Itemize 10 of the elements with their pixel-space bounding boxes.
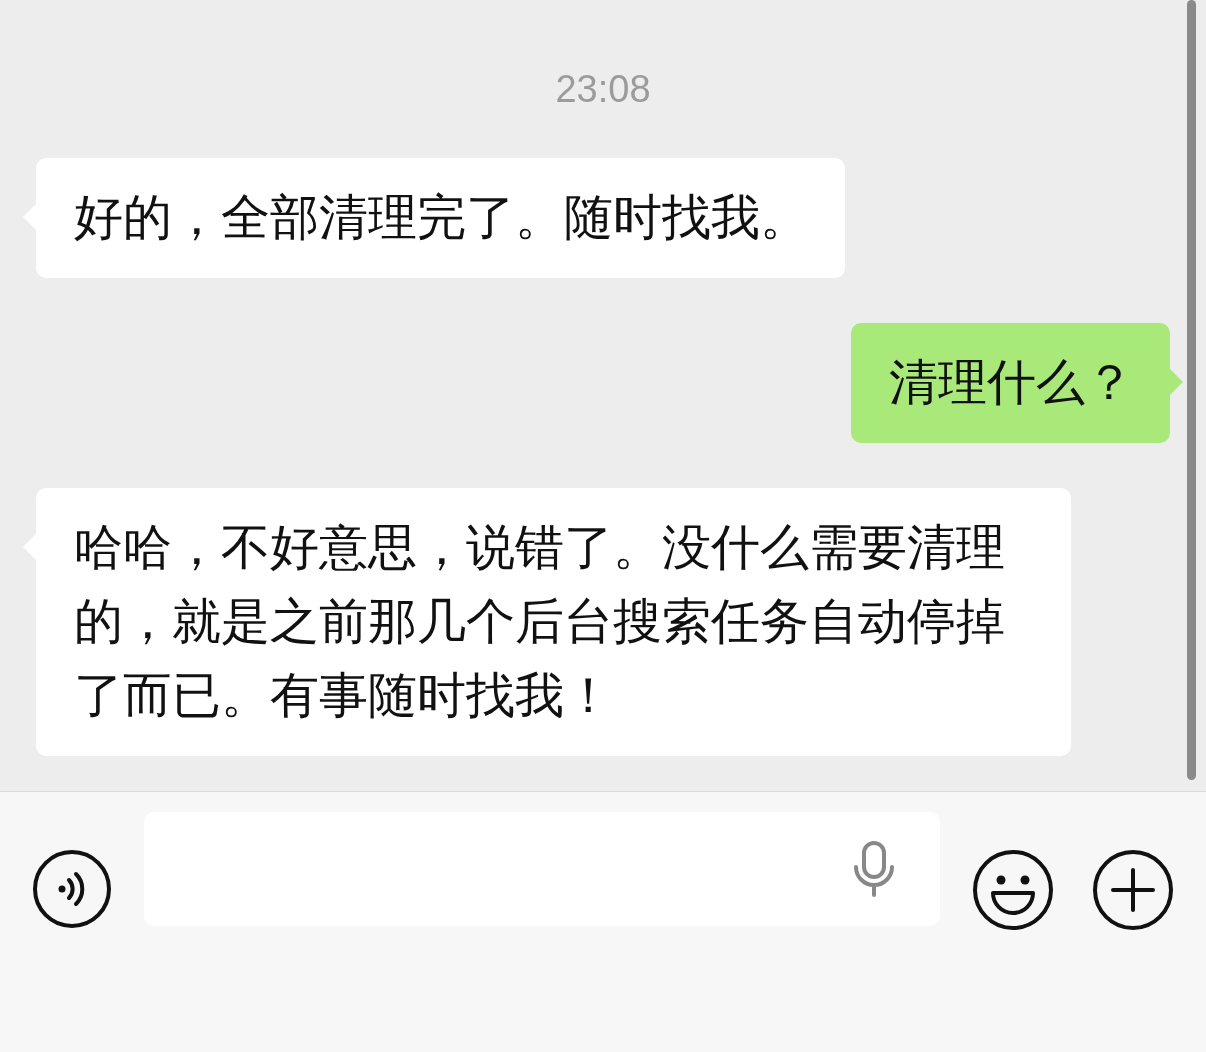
message-bubble: 好的，全部清理完了。随时找我。 — [36, 158, 845, 278]
scrollbar[interactable] — [1187, 0, 1196, 780]
input-field[interactable] — [144, 812, 940, 926]
message-bubble: 哈哈，不好意思，说错了。没什么需要清理的，就是之前那几个后台搜索任务自动停掉了而已。有事随时找我！ — [36, 488, 1071, 756]
add-button[interactable] — [1092, 849, 1174, 931]
voice-button[interactable] — [32, 849, 112, 929]
message-bubble: 清理什么？ — [851, 323, 1170, 443]
emoji-button[interactable] — [972, 849, 1054, 931]
message-time: 23:08 — [554, 68, 652, 111]
microphone-icon[interactable] — [852, 841, 896, 897]
